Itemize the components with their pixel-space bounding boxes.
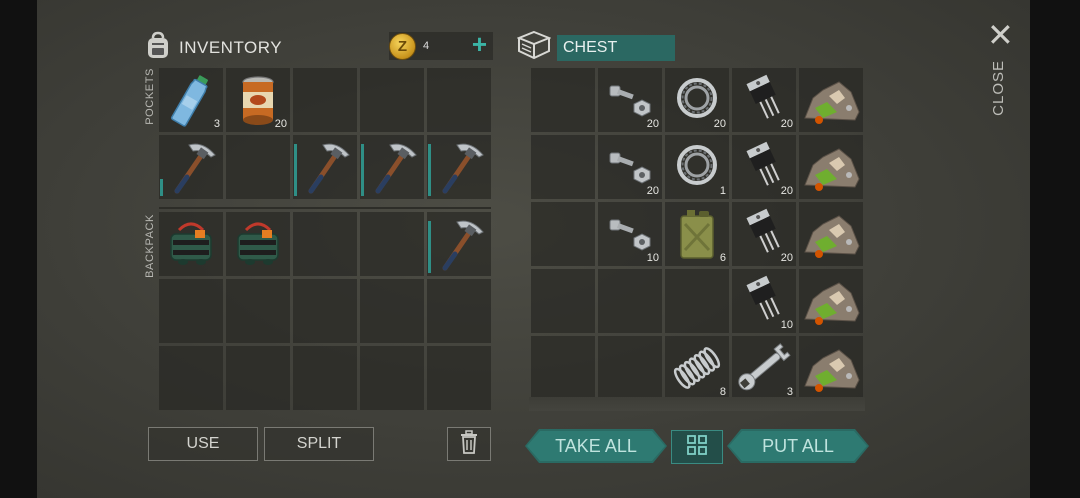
pockets-slot-empty[interactable]: [226, 135, 290, 199]
item-quantity: 1: [719, 185, 726, 197]
backpack-slot-empty[interactable]: [427, 346, 491, 410]
pockets-slot-canned-food[interactable]: 20: [226, 68, 290, 132]
chest-scroll-edge: [529, 397, 865, 411]
pockets-slot-empty[interactable]: [427, 68, 491, 132]
chest-slot-spring[interactable]: 8: [665, 336, 729, 400]
pockets-slot-pickaxe[interactable]: [293, 135, 357, 199]
chest-header: CHEST: [516, 30, 675, 65]
backpack-slot-explosive-bag[interactable]: [159, 212, 223, 276]
chest-slot-bolts[interactable]: 20: [598, 68, 662, 132]
coin-icon: Z: [389, 33, 416, 60]
section-divider: [159, 207, 491, 209]
item-quantity: 20: [274, 118, 287, 130]
chest-slot-ore-pile[interactable]: [799, 269, 863, 333]
chest-slot-wrench[interactable]: 3: [732, 336, 796, 400]
durability-bar: [361, 144, 364, 196]
chest-slot-empty[interactable]: [598, 269, 662, 333]
chest-slot-transistor[interactable]: 10: [732, 269, 796, 333]
item-quantity: 3: [213, 118, 220, 130]
grid-sort-icon: [686, 434, 708, 461]
chest-slot-empty[interactable]: [531, 202, 595, 266]
inventory-title: INVENTORY: [179, 37, 283, 57]
pockets-grid: 3 20: [159, 68, 491, 199]
trash-icon: [459, 429, 479, 459]
game-screen: INVENTORY Z 4 + CHEST ✕ CLOSE POCKETS BA…: [37, 0, 1030, 498]
item-quantity: 6: [719, 252, 726, 264]
pockets-slot-empty[interactable]: [360, 68, 424, 132]
pockets-label: POCKETS: [144, 68, 156, 125]
item-quantity: 10: [646, 252, 659, 264]
chest-slot-transistor[interactable]: 20: [732, 135, 796, 199]
backpack-slot-pickaxe[interactable]: [427, 212, 491, 276]
take-all-button[interactable]: TAKE ALL: [525, 429, 667, 463]
pockets-slot-water-bottle[interactable]: 3: [159, 68, 223, 132]
pockets-slot-pickaxe[interactable]: [360, 135, 424, 199]
backpack-slot-empty[interactable]: [293, 212, 357, 276]
backpack-slot-empty[interactable]: [360, 279, 424, 343]
backpack-slot-empty[interactable]: [159, 346, 223, 410]
pockets-slot-empty[interactable]: [293, 68, 357, 132]
chest-title: CHEST: [557, 34, 675, 61]
chest-slot-empty[interactable]: [531, 269, 595, 333]
coin-count: 4: [423, 40, 430, 52]
chest-slot-ore-pile[interactable]: [799, 135, 863, 199]
item-quantity: 20: [780, 118, 793, 130]
chest-slot-empty[interactable]: [665, 269, 729, 333]
chest-slot-bearing[interactable]: 1: [665, 135, 729, 199]
pockets-slot-pickaxe[interactable]: [427, 135, 491, 199]
chest-slot-transistor[interactable]: 20: [732, 68, 796, 132]
inventory-header: INVENTORY: [143, 30, 282, 65]
backpack-grid: [159, 212, 491, 410]
chest-slot-bolts[interactable]: 20: [598, 135, 662, 199]
chest-slot-bearing[interactable]: 20: [665, 68, 729, 132]
chest-icon: [516, 30, 552, 65]
backpack-slot-explosive-bag[interactable]: [226, 212, 290, 276]
chest-slot-bolts[interactable]: 10: [598, 202, 662, 266]
durability-bar: [160, 179, 163, 196]
add-coins-button[interactable]: +: [472, 30, 487, 58]
backpack-icon: [143, 30, 173, 65]
backpack-slot-empty[interactable]: [159, 279, 223, 343]
item-quantity: 20: [780, 252, 793, 264]
backpack-slot-empty[interactable]: [226, 346, 290, 410]
backpack-label: BACKPACK: [144, 214, 156, 278]
backpack-slot-empty[interactable]: [360, 346, 424, 410]
put-all-label: PUT ALL: [762, 435, 834, 456]
chest-slot-jerrycan[interactable]: 6: [665, 202, 729, 266]
durability-bar: [428, 221, 431, 273]
chest-slot-ore-pile[interactable]: [799, 68, 863, 132]
backpack-slot-empty[interactable]: [360, 212, 424, 276]
chest-slot-empty[interactable]: [598, 336, 662, 400]
chest-slot-transistor[interactable]: 20: [732, 202, 796, 266]
split-button[interactable]: SPLIT: [264, 427, 374, 461]
item-quantity: 10: [780, 319, 793, 331]
durability-bar: [294, 144, 297, 196]
chest-slot-empty[interactable]: [531, 135, 595, 199]
put-all-button[interactable]: PUT ALL: [727, 429, 869, 463]
item-quantity: 20: [780, 185, 793, 197]
delete-button[interactable]: [447, 427, 491, 461]
close-label: CLOSE: [990, 60, 1007, 116]
close-button[interactable]: ✕ CLOSE: [987, 19, 1014, 116]
item-quantity: 20: [713, 118, 726, 130]
chest-slot-empty[interactable]: [531, 336, 595, 400]
use-button[interactable]: USE: [148, 427, 258, 461]
chest-grid: 20 20 20 20 1 20 10 6 20 10 8 3: [531, 68, 863, 400]
item-quantity: 20: [646, 118, 659, 130]
chest-slot-empty[interactable]: [531, 68, 595, 132]
backpack-slot-empty[interactable]: [293, 346, 357, 410]
item-quantity: 20: [646, 185, 659, 197]
backpack-slot-empty[interactable]: [427, 279, 491, 343]
sort-button[interactable]: [671, 430, 723, 464]
coin-counter: Z 4 +: [389, 30, 493, 60]
close-icon[interactable]: ✕: [987, 19, 1014, 51]
backpack-slot-empty[interactable]: [293, 279, 357, 343]
chest-slot-ore-pile[interactable]: [799, 336, 863, 400]
chest-slot-ore-pile[interactable]: [799, 202, 863, 266]
take-all-label: TAKE ALL: [555, 435, 637, 456]
durability-bar: [428, 144, 431, 196]
pockets-slot-pickaxe[interactable]: [159, 135, 223, 199]
backpack-slot-empty[interactable]: [226, 279, 290, 343]
